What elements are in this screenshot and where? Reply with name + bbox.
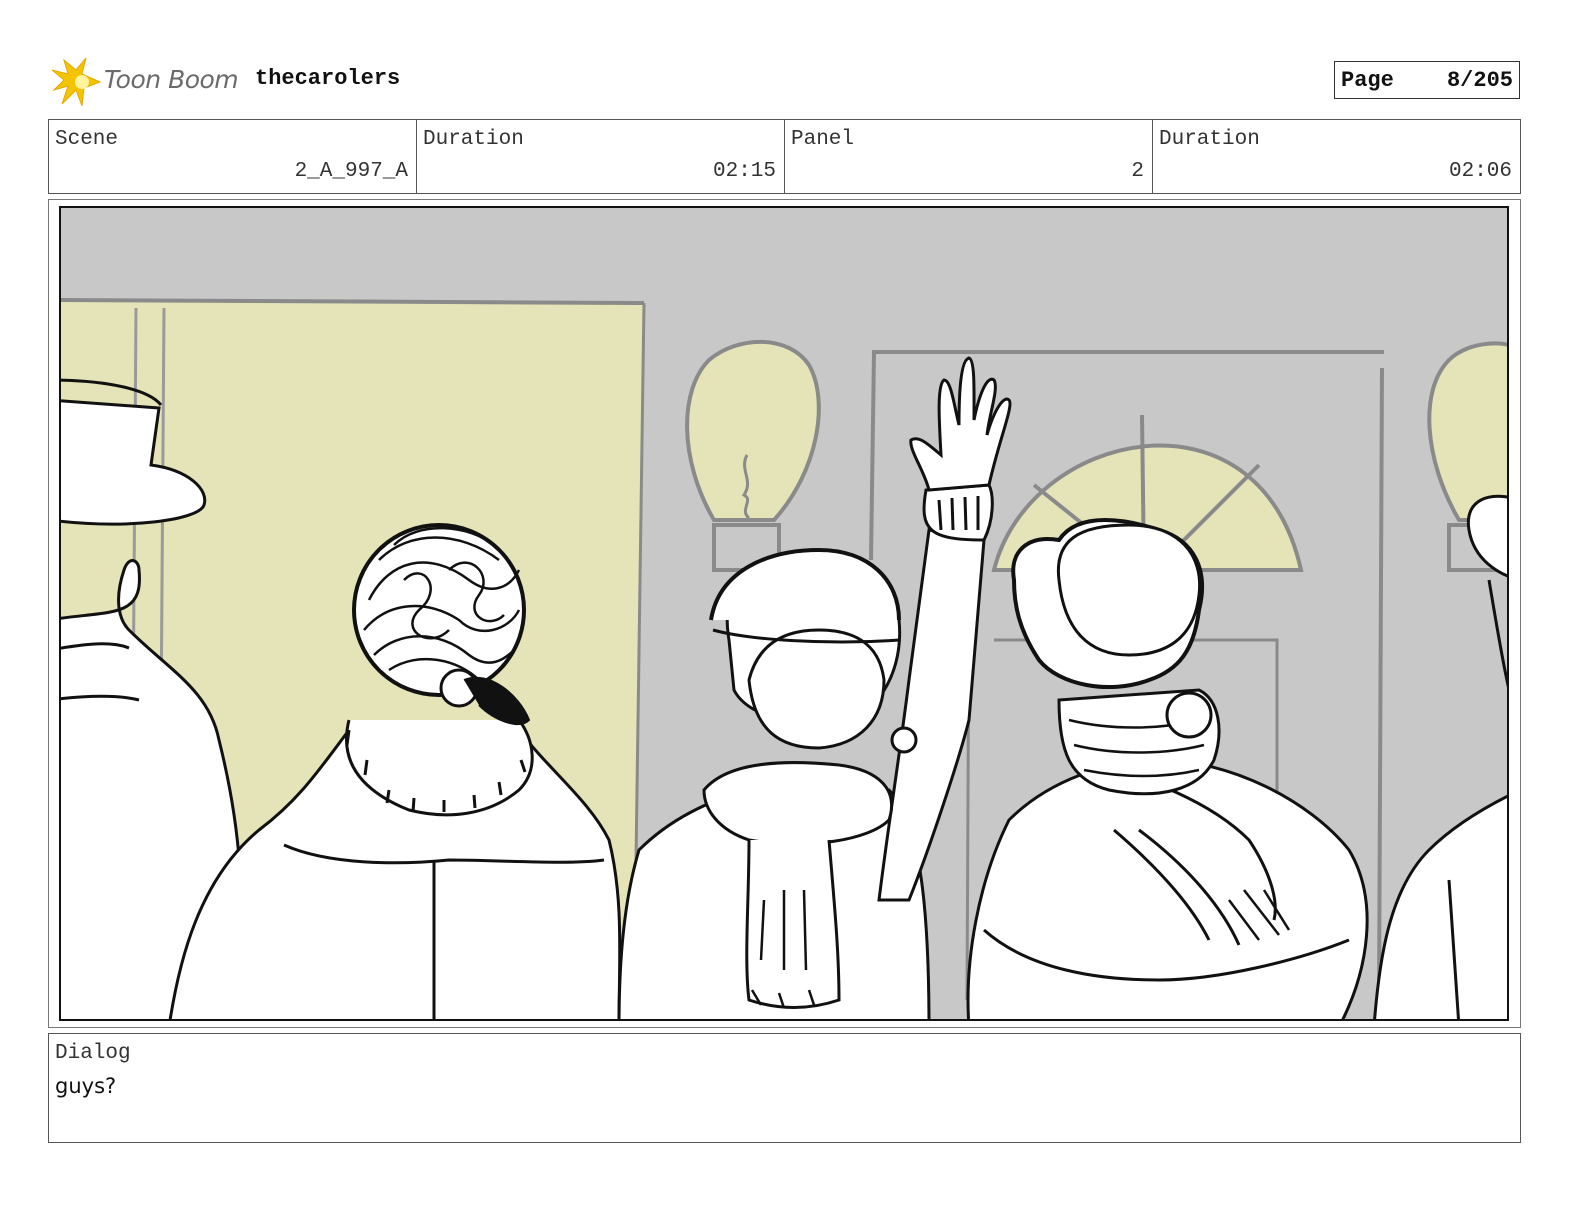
- panel-duration-cell: Duration 02:06: [1153, 120, 1520, 193]
- storyboard-panel: [48, 199, 1521, 1028]
- logo-text: Toon Boom: [104, 65, 239, 94]
- toon-boom-star-icon: [52, 57, 102, 107]
- scene-duration-value: 02:15: [712, 160, 776, 183]
- carolers-sketch: [59, 206, 1509, 1021]
- scene-label: Scene: [55, 128, 119, 151]
- panel-label: Panel: [791, 128, 855, 151]
- project-title: thecarolers: [255, 66, 401, 91]
- panel-value: 2: [1131, 160, 1144, 183]
- page-value: 8/205: [1446, 68, 1513, 93]
- scene-duration-cell: Duration 02:15: [417, 120, 785, 193]
- dialog-text: guys?: [55, 1074, 117, 1098]
- dialog-label: Dialog: [55, 1042, 131, 1065]
- scene-duration-label: Duration: [423, 128, 524, 151]
- page-indicator: Page 8/205: [1334, 61, 1520, 99]
- panel-duration-label: Duration: [1159, 128, 1260, 151]
- dialog-box: Dialog guys?: [48, 1033, 1521, 1143]
- scene-cell: Scene 2_A_997_A: [49, 120, 417, 193]
- scene-value: 2_A_997_A: [294, 160, 408, 183]
- panel-duration-value: 02:06: [1448, 160, 1512, 183]
- scene-info-table: Scene 2_A_997_A Duration 02:15 Panel 2 D…: [48, 119, 1521, 194]
- panel-cell: Panel 2: [785, 120, 1153, 193]
- page-label: Page: [1341, 68, 1394, 93]
- toon-boom-logo: Toon Boom: [52, 56, 242, 108]
